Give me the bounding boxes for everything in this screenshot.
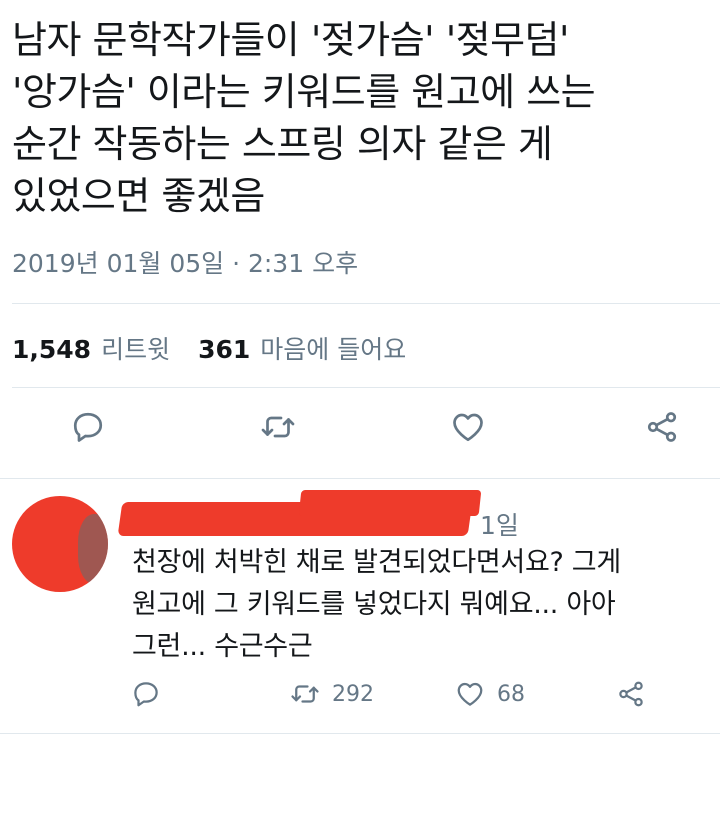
heart-icon [457,682,483,706]
reply-retweet-button[interactable]: 292 [290,674,374,714]
like-button[interactable] [446,405,490,449]
reply-share-button[interactable] [616,674,646,714]
like-label[interactable]: 마음에 들어요 [260,330,406,366]
share-icon [647,412,677,442]
heart-icon [453,413,483,442]
share-icon [619,681,643,707]
reply-like-button[interactable]: 68 [455,674,525,714]
reply-timestamp: 1일 [480,511,519,540]
reply-reply-button[interactable] [131,674,161,714]
divider [0,478,720,479]
like-count[interactable]: 361 [198,335,250,364]
retweet-icon [291,685,319,703]
reply-icon [73,412,103,442]
reply-retweet-count: 292 [332,681,374,707]
avatar-redaction-shade [78,514,108,584]
tweet-stats: 1,548 리트윗 361 마음에 들어요 [12,330,434,366]
reply-button[interactable] [66,405,110,449]
tweet-text: 남자 문학작가들이 '젖가슴' '젖무덤' '앙가슴' 이라는 키워드를 원고에… [12,18,596,218]
divider [12,387,720,388]
reply-action-bar: 292 68 [0,674,720,714]
retweet-icon [261,416,295,438]
retweet-count[interactable]: 1,548 [12,335,91,364]
reply-text: 천장에 처박힌 채로 발견되었다면서요? 그게 원고에 그 키워드를 넣었다지 … [132,547,621,662]
reply-like-count: 68 [497,681,525,707]
redacted-username [298,490,482,516]
share-button[interactable] [640,405,684,449]
divider [12,303,720,304]
avatar[interactable] [12,496,108,592]
tweet-timestamp[interactable]: 2019년 01월 05일 · 2:31 오후 [12,244,358,280]
retweet-label[interactable]: 리트윗 [101,330,170,366]
tweet-action-bar [0,405,720,465]
divider [0,733,720,734]
reply-icon [134,682,158,707]
retweet-button[interactable] [256,405,300,449]
reply-tweet[interactable]: 1일 천장에 처박힌 채로 발견되었다면서요? 그게 원고에 그 키워드를 넣었… [0,484,720,734]
